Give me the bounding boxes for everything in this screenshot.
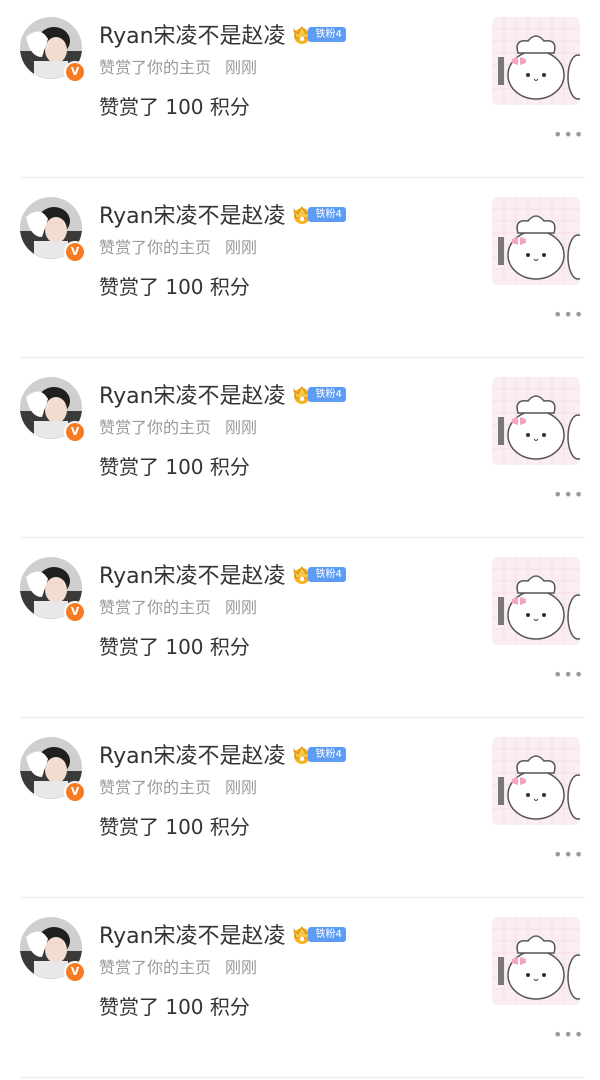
avatar[interactable]: V [20,377,86,443]
action-text: 赞赏了你的主页 [99,58,212,77]
fan-level-badge: 铁粉4 [307,386,346,402]
action-text: 赞赏了你的主页 [99,958,212,977]
user-name[interactable]: Ryan宋凌不是赵凌 [99,738,286,770]
thumbnail[interactable] [492,197,580,285]
notification-content: 赞赏了 100 积分 [99,995,250,1019]
thumbnail[interactable] [492,377,580,465]
sub-row: 赞赏了你的主页 刚刚 [99,954,257,978]
avatar[interactable]: V [20,557,86,623]
timestamp: 刚刚 [225,958,258,977]
user-name[interactable]: Ryan宋凌不是赵凌 [99,198,286,230]
sub-row: 赞赏了你的主页 刚刚 [99,594,257,618]
avatar[interactable]: V [20,917,86,983]
notification-content: 赞赏了 100 积分 [99,815,250,839]
notification-feed: V Ryan宋凌不是赵凌 铁粉4 赞赏了你的主页 刚刚 赞赏了 100 积分 •… [0,0,600,1080]
more-options-icon[interactable]: ••• [553,667,584,683]
more-options-icon[interactable]: ••• [553,307,584,323]
sub-row: 赞赏了你的主页 刚刚 [99,54,257,78]
timestamp: 刚刚 [225,418,258,437]
user-name[interactable]: Ryan宋凌不是赵凌 [99,918,286,950]
fan-level-badge: 铁粉4 [307,206,346,222]
verified-icon: V [64,241,86,263]
avatar[interactable]: V [20,737,86,803]
user-name[interactable]: Ryan宋凌不是赵凌 [99,558,286,590]
timestamp: 刚刚 [225,238,258,257]
action-text: 赞赏了你的主页 [99,598,212,617]
more-options-icon[interactable]: ••• [553,127,584,143]
divider [20,357,585,358]
avatar[interactable]: V [20,197,86,263]
name-row: Ryan宋凌不是赵凌 铁粉4 [99,198,346,230]
notification-item[interactable]: V Ryan宋凌不是赵凌 铁粉4 赞赏了你的主页 刚刚 赞赏了 100 积分 •… [0,0,600,180]
verified-icon: V [64,601,86,623]
action-text: 赞赏了你的主页 [99,238,212,257]
name-row: Ryan宋凌不是赵凌 铁粉4 [99,558,346,590]
fan-level-badge: 铁粉4 [307,26,346,42]
sub-row: 赞赏了你的主页 刚刚 [99,234,257,258]
verified-icon: V [64,421,86,443]
name-row: Ryan宋凌不是赵凌 铁粉4 [99,18,346,50]
name-row: Ryan宋凌不是赵凌 铁粉4 [99,918,346,950]
notification-content: 赞赏了 100 积分 [99,275,250,299]
timestamp: 刚刚 [225,778,258,797]
sub-row: 赞赏了你的主页 刚刚 [99,414,257,438]
timestamp: 刚刚 [225,58,258,77]
action-text: 赞赏了你的主页 [99,778,212,797]
user-name[interactable]: Ryan宋凌不是赵凌 [99,18,286,50]
timestamp: 刚刚 [225,598,258,617]
notification-content: 赞赏了 100 积分 [99,95,250,119]
notification-item[interactable]: V Ryan宋凌不是赵凌 铁粉4 赞赏了你的主页 刚刚 赞赏了 100 积分 •… [0,720,600,900]
avatar[interactable]: V [20,17,86,83]
name-row: Ryan宋凌不是赵凌 铁粉4 [99,738,346,770]
divider [20,717,585,718]
thumbnail[interactable] [492,557,580,645]
notification-content: 赞赏了 100 积分 [99,635,250,659]
verified-icon: V [64,781,86,803]
user-name[interactable]: Ryan宋凌不是赵凌 [99,378,286,410]
thumbnail[interactable] [492,737,580,825]
notification-item[interactable]: V Ryan宋凌不是赵凌 铁粉4 赞赏了你的主页 刚刚 赞赏了 100 积分 •… [0,180,600,360]
notification-item[interactable]: V Ryan宋凌不是赵凌 铁粉4 赞赏了你的主页 刚刚 赞赏了 100 积分 •… [0,900,600,1080]
thumbnail[interactable] [492,917,580,1005]
fan-level-badge: 铁粉4 [307,566,346,582]
more-options-icon[interactable]: ••• [553,487,584,503]
action-text: 赞赏了你的主页 [99,418,212,437]
more-options-icon[interactable]: ••• [553,1027,584,1043]
more-options-icon[interactable]: ••• [553,847,584,863]
divider [20,177,585,178]
fan-level-badge: 铁粉4 [307,746,346,762]
notification-item[interactable]: V Ryan宋凌不是赵凌 铁粉4 赞赏了你的主页 刚刚 赞赏了 100 积分 •… [0,540,600,720]
name-row: Ryan宋凌不是赵凌 铁粉4 [99,378,346,410]
notification-item[interactable]: V Ryan宋凌不是赵凌 铁粉4 赞赏了你的主页 刚刚 赞赏了 100 积分 •… [0,360,600,540]
verified-icon: V [64,61,86,83]
notification-content: 赞赏了 100 积分 [99,455,250,479]
sub-row: 赞赏了你的主页 刚刚 [99,774,257,798]
thumbnail[interactable] [492,17,580,105]
divider [20,537,585,538]
verified-icon: V [64,961,86,983]
fan-level-badge: 铁粉4 [307,926,346,942]
divider [20,1077,585,1078]
divider [20,897,585,898]
